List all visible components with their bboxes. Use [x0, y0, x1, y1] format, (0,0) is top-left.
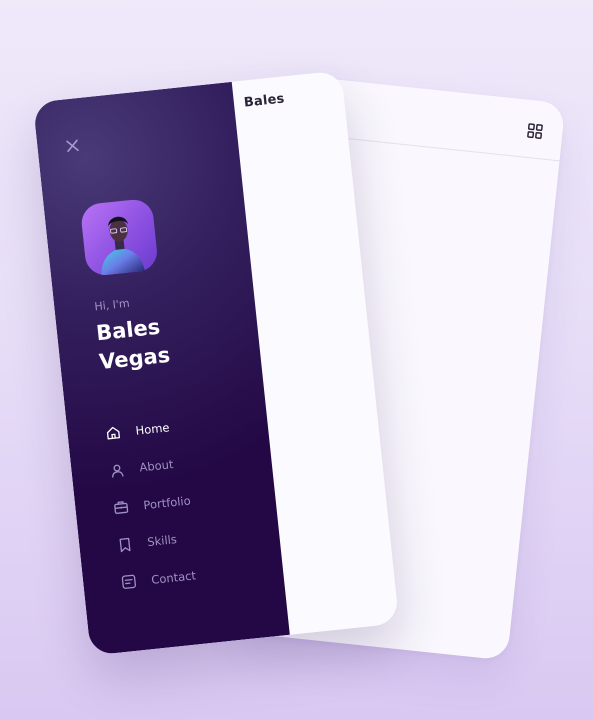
profile-name: Bales Vegas: [95, 304, 250, 377]
nav-label-skills: Skills: [146, 532, 178, 550]
nav-label-about: About: [138, 457, 175, 475]
nav-list: Home About Portfolio Skills Contact: [104, 398, 283, 601]
close-icon[interactable]: [65, 138, 80, 153]
nav-label-home: Home: [134, 420, 171, 438]
profile-photo: [101, 216, 145, 276]
mockup-stage: Bales Hi, I'm Bales Vegas Home About Por…: [0, 0, 593, 720]
briefcase-icon: [114, 501, 129, 515]
menu-page-card: Bales Hi, I'm Bales Vegas Home About Por…: [32, 70, 400, 656]
home-icon: [106, 427, 121, 440]
nav-label-portfolio: Portfolio: [142, 493, 192, 513]
message-icon: [121, 574, 137, 590]
user-icon: [112, 464, 124, 478]
nav-label-contact: Contact: [150, 568, 197, 587]
grid-menu-icon[interactable]: [527, 123, 543, 139]
avatar: [79, 197, 159, 277]
bookmark-icon: [119, 537, 131, 552]
greeting-text: Hi, I'm: [93, 296, 131, 314]
